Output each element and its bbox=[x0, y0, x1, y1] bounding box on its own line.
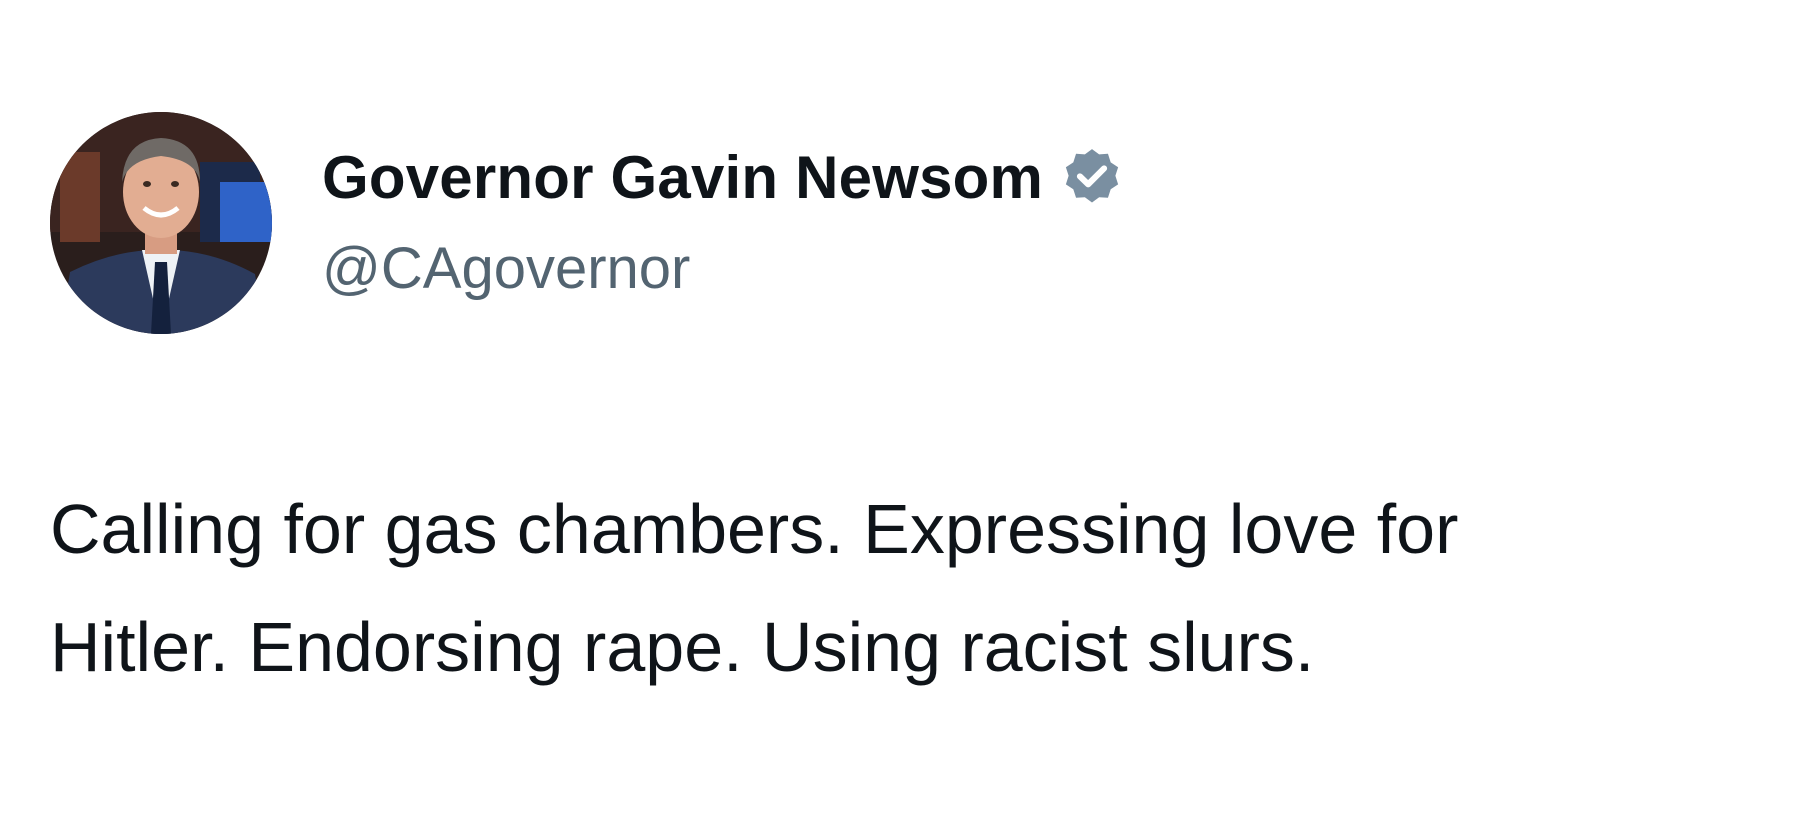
verified-badge-icon[interactable] bbox=[1059, 145, 1125, 211]
display-name[interactable]: Governor Gavin Newsom bbox=[322, 142, 1043, 214]
tweet-text-line: Hitler. Endorsing rape. Using racist slu… bbox=[50, 608, 1315, 686]
author-name-row[interactable]: Governor Gavin Newsom bbox=[322, 142, 1125, 214]
tweet-text-line: Calling for gas chambers. Expressing lov… bbox=[50, 490, 1459, 568]
tweet-card: Governor Gavin Newsom @CAgovernor Callin… bbox=[0, 0, 1800, 816]
tweet-text: Calling for gas chambers. Expressing lov… bbox=[50, 470, 1780, 706]
avatar[interactable] bbox=[50, 112, 272, 334]
avatar-photo bbox=[50, 112, 272, 334]
author-handle[interactable]: @CAgovernor bbox=[322, 234, 690, 304]
